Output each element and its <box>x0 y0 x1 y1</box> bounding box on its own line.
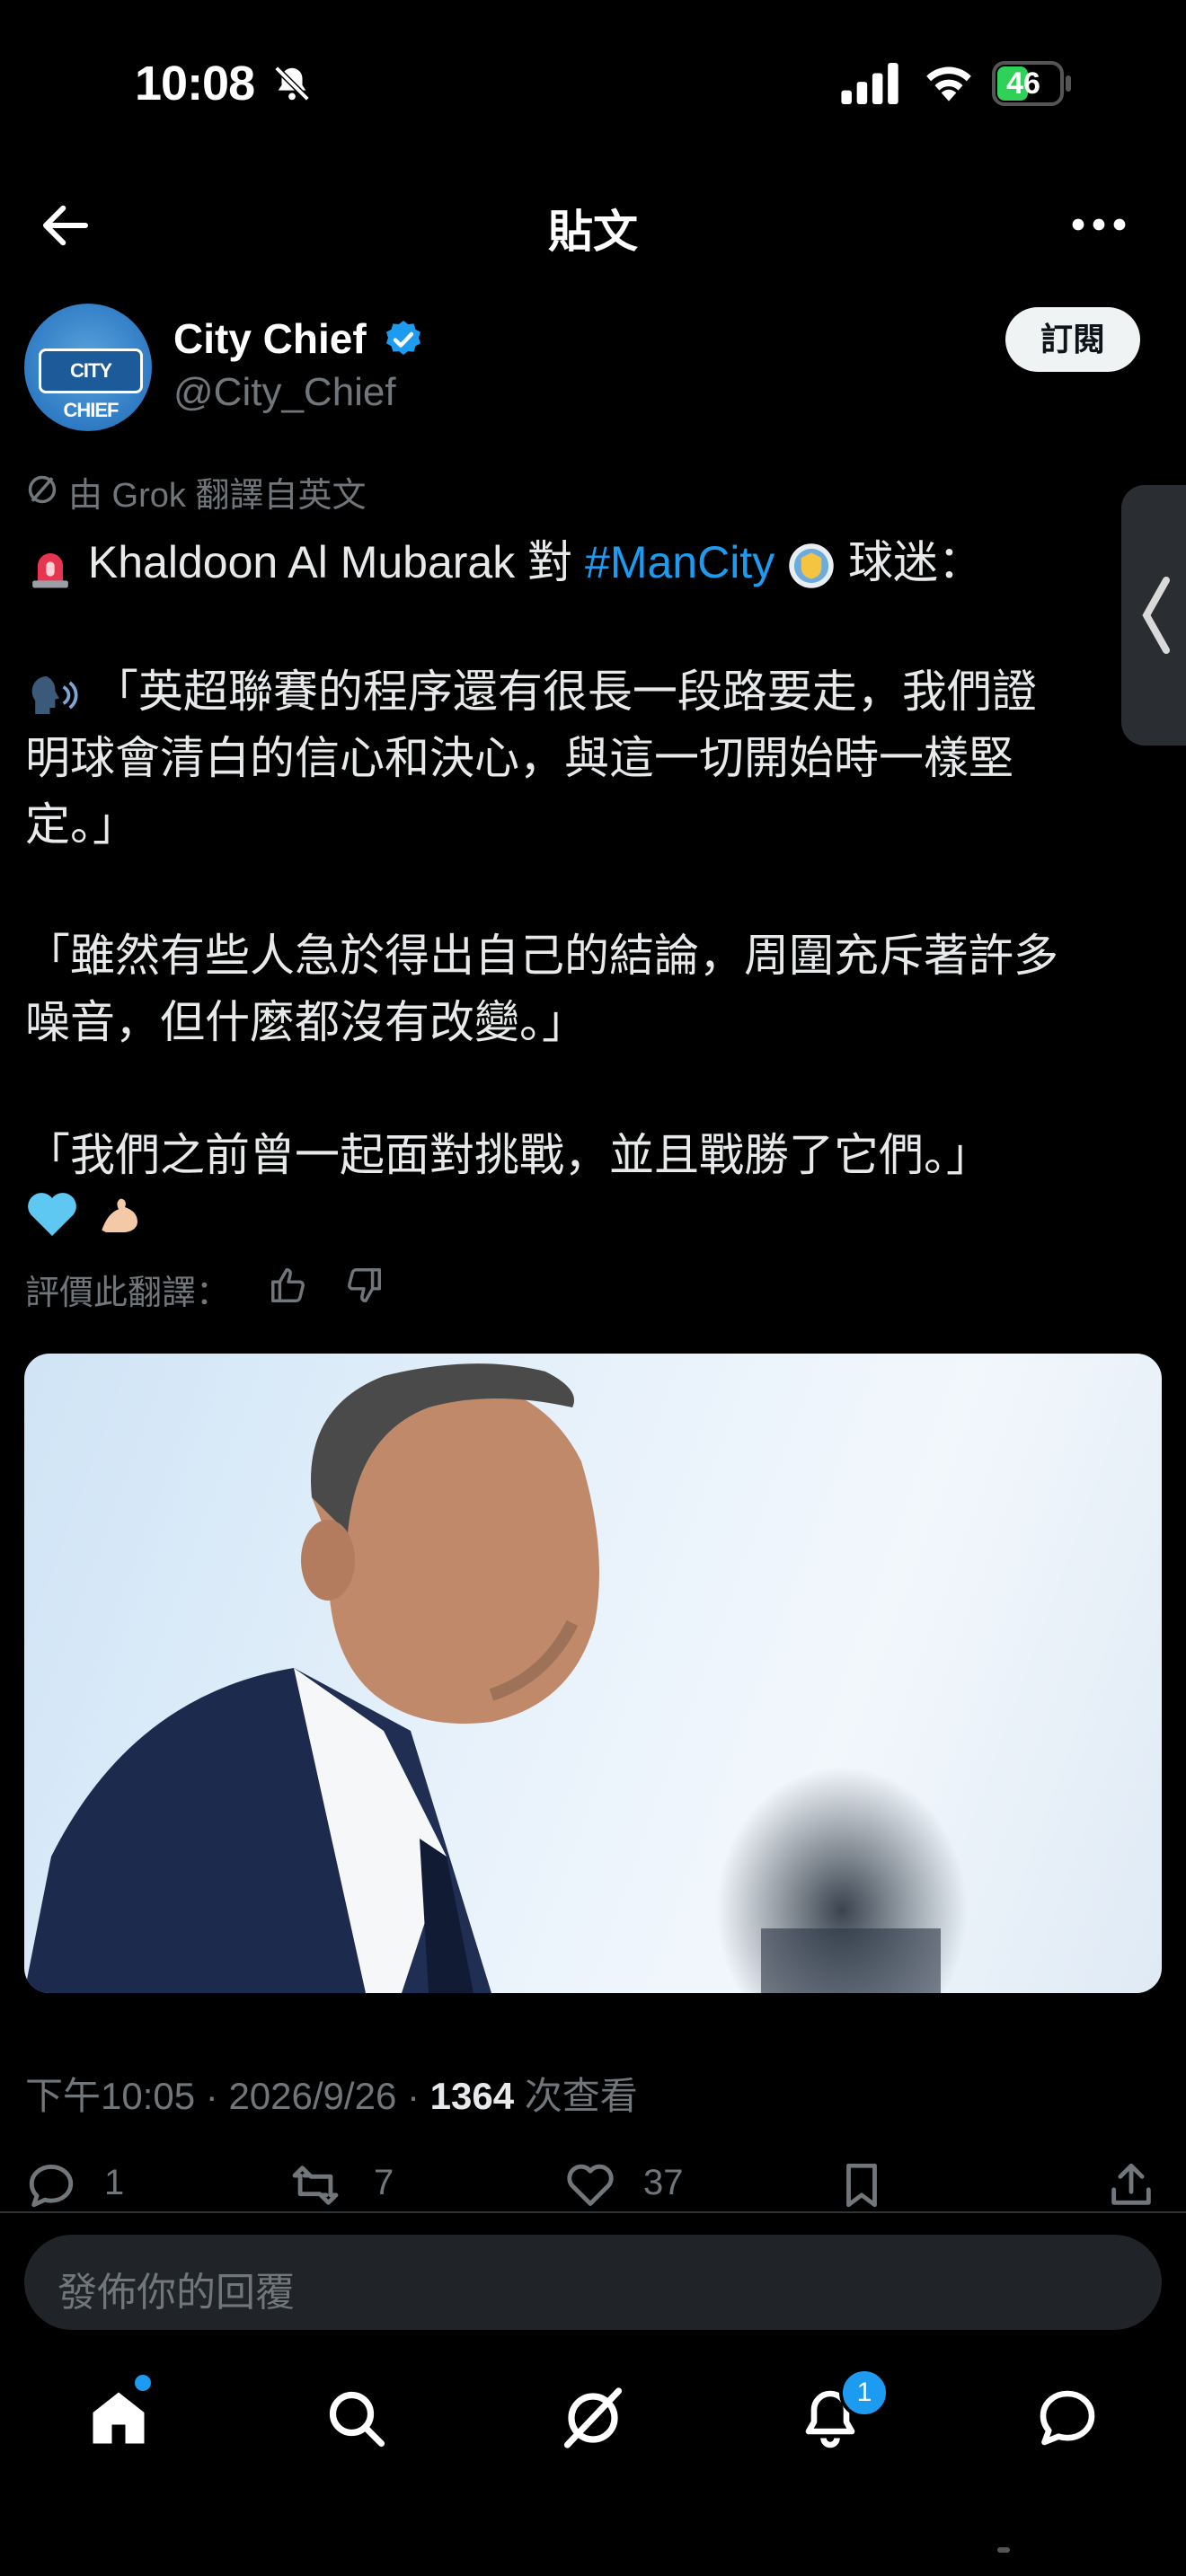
repost-count: 7 <box>374 2163 394 2202</box>
speaking-head-icon <box>31 675 78 714</box>
more-options-icon[interactable] <box>1069 207 1128 243</box>
siren-icon <box>32 552 68 588</box>
translation-note[interactable]: 由 Grok 翻譯自英文 <box>68 467 366 516</box>
chevron-left-icon <box>1142 577 1170 654</box>
quote3-text-line1: 「我們之前曾一起面對挑戰，並且戰勝了它們。」 <box>25 1130 991 1180</box>
verified-badge-icon <box>386 321 420 355</box>
battery-level: 46 <box>1006 66 1040 101</box>
author-handle[interactable]: @City_Chief <box>173 370 396 415</box>
post-quote1-line1: 「英超聯賽的程序還有很長一段路要走，我們證 <box>25 656 1037 720</box>
post-image[interactable] <box>24 1354 1162 1993</box>
views-label: 次查看 <box>524 2075 638 2117</box>
bookmark-icon[interactable] <box>836 2159 888 2211</box>
meta-separator: · <box>205 2075 218 2117</box>
light-blue-heart-icon <box>28 1192 76 1236</box>
page-title: 貼文 <box>548 207 638 257</box>
share-icon[interactable] <box>1105 2159 1157 2211</box>
reply-count: 1 <box>104 2163 125 2202</box>
flexed-biceps-icon <box>102 1198 137 1232</box>
home-indicator <box>997 2547 1010 2553</box>
grok-icon[interactable] <box>561 2386 625 2450</box>
view-count: 1364 <box>429 2075 515 2117</box>
subscribe-button[interactable]: 訂閱 <box>1005 307 1140 372</box>
man-city-crest-icon <box>789 543 834 588</box>
wifi-icon <box>926 66 971 101</box>
home-icon[interactable] <box>86 2386 151 2450</box>
translate-icon <box>28 475 57 504</box>
post-line-1: Khaldoon Al Mubarak 對 #ManCity 球迷： <box>25 526 983 591</box>
cellular-signal-icon <box>841 63 898 104</box>
post-intro-suffix: 球迷： <box>836 537 984 587</box>
status-time: 10:08 <box>135 57 255 110</box>
hashtag-mancity[interactable]: #ManCity <box>585 537 774 587</box>
thumbs-up-icon[interactable] <box>268 1265 309 1306</box>
post-meta: 下午10:05 · 2026/9/26 · 1364 次查看 <box>25 2066 638 2121</box>
quote1-text-line1: 「英超聯賽的程序還有很長一段路要走，我們證 <box>93 666 1037 717</box>
photo-of-man-in-suit <box>24 1363 968 1993</box>
notifications-badge: 1 <box>839 2368 890 2418</box>
meta-separator: · <box>406 2075 420 2117</box>
divider <box>0 2211 1186 2213</box>
quote2-text-line2: 噪音，但什麼都沒有改變。」 <box>25 997 587 1047</box>
battery-indicator: 46 <box>992 61 1073 106</box>
like-heart-icon[interactable] <box>564 2159 616 2211</box>
quote1-text-line2: 明球會清白的信心和決心，與這一切開始時一樣堅 <box>25 733 1013 783</box>
author-display-name[interactable]: City Chief <box>173 314 367 363</box>
avatar[interactable]: CITY CHIEF <box>24 304 152 431</box>
post-emoji-line <box>25 1184 146 1239</box>
repost-icon[interactable] <box>289 2159 341 2211</box>
like-count: 37 <box>643 2163 684 2202</box>
quote1-text-line3: 定。」 <box>25 799 137 850</box>
thumbs-down-icon[interactable] <box>343 1265 385 1306</box>
post-intro-text: Khaldoon Al Mubarak 對 <box>87 537 586 587</box>
quote2-text-line1: 「雖然有些人急於得出自己的結論，周圍充斥著許多 <box>25 931 1058 981</box>
home-unread-dot <box>135 2375 151 2391</box>
avatar-logo-text: CITY CHIEF <box>39 348 143 421</box>
bell-muted-icon <box>274 66 310 101</box>
messages-icon[interactable] <box>1035 2386 1100 2450</box>
reply-icon[interactable] <box>25 2159 77 2211</box>
post-date: 2026/9/26 <box>228 2075 397 2117</box>
post-time: 下午10:05 <box>25 2075 196 2117</box>
search-icon[interactable] <box>323 2386 388 2450</box>
rate-translation-label: 評價此翻譯： <box>25 1275 231 1312</box>
reply-placeholder[interactable]: 發佈你的回覆 <box>58 2260 295 2317</box>
